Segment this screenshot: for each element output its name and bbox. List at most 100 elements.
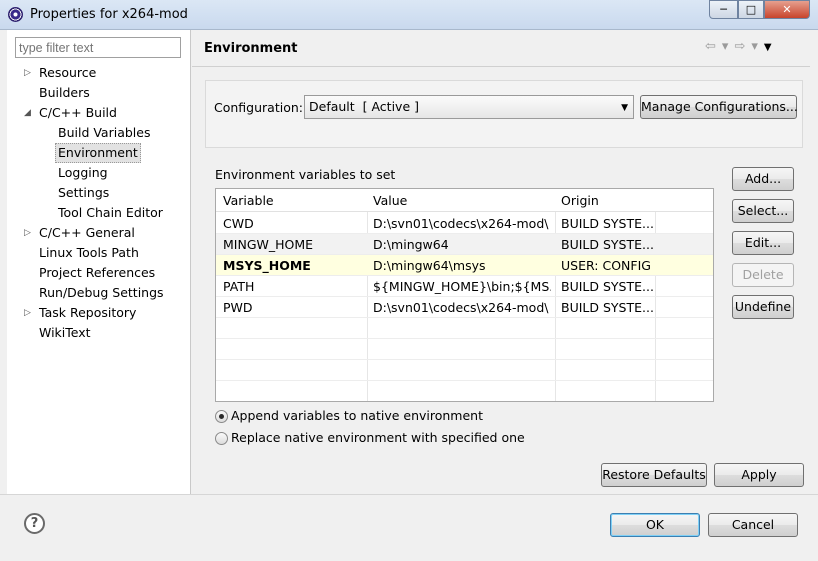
replace-label: Replace native environment with specifie…: [231, 430, 525, 445]
tree-item-run-debug-settings[interactable]: Run/Debug Settings: [7, 284, 191, 304]
tree-item-label: C/C++ General: [39, 225, 135, 240]
back-history-menu-icon[interactable]: ▾: [722, 39, 729, 54]
tree-item-settings[interactable]: Settings: [7, 184, 191, 204]
chevron-down-icon: ▼: [621, 103, 628, 113]
cell-variable: CWD: [223, 216, 254, 231]
cell-origin: BUILD SYSTE...: [561, 300, 653, 315]
tree-item-tool-chain-editor[interactable]: Tool Chain Editor: [7, 204, 191, 224]
cell-variable: PWD: [223, 300, 253, 315]
tree-item-label: Linux Tools Path: [39, 245, 139, 260]
property-page-tree-pane: ▷ Resource Builders ◢ C/C++ Build Build Varia…: [7, 30, 191, 494]
configuration-label: Configuration:: [214, 100, 303, 115]
ok-button[interactable]: OK: [610, 513, 700, 537]
tree-item-c-c-general[interactable]: ▷ C/C++ General: [7, 224, 191, 244]
cell-origin: BUILD SYSTE...: [561, 279, 653, 294]
close-button[interactable]: ✕: [764, 0, 810, 19]
tree-item-label: C/C++ Build: [39, 105, 117, 120]
empty-table-row: [216, 339, 713, 360]
table-header: Variable Value Origin: [216, 189, 713, 212]
cancel-button[interactable]: Cancel: [708, 513, 798, 537]
select-button[interactable]: Select...: [732, 199, 794, 223]
configuration-selected-value: Default [ Active ]: [309, 99, 419, 114]
column-header-value[interactable]: Value: [373, 193, 407, 208]
replace-option[interactable]: Replace native environment with specifie…: [215, 430, 525, 448]
table-row[interactable]: MINGW_HOME D:\mingw64 BUILD SYSTE...: [216, 234, 713, 255]
tree-item-label: Builders: [39, 85, 90, 100]
append-label: Append variables to native environment: [231, 408, 484, 423]
filter-input[interactable]: [15, 37, 181, 58]
table-row[interactable]: CWD D:\svn01\codecs\x264-mod\ BUILD SYSTE.…: [216, 213, 713, 234]
tree-item-environment[interactable]: Environment: [7, 143, 191, 164]
cell-origin: BUILD SYSTE...: [561, 216, 653, 231]
tree-item-task-repository[interactable]: ▷ Task Repository: [7, 304, 191, 324]
tree-item-wikitext[interactable]: WikiText: [7, 324, 191, 344]
table-row[interactable]: MSYS_HOME D:\mingw64\msys USER: CONFIG: [216, 255, 713, 276]
tree-item-label: Logging: [58, 165, 108, 180]
configuration-group: Configuration: Default [ Active ] ▼ Mana…: [205, 80, 803, 148]
page-navigation: ⇦ ▾ ⇨ ▾ ▼: [705, 39, 778, 54]
page-header: Environment ⇦ ▾ ⇨ ▾ ▼: [192, 30, 810, 67]
environment-variables-table[interactable]: Variable Value Origin CWD D:\svn01\codecs…: [215, 188, 714, 402]
expanded-arrow-icon[interactable]: ◢: [24, 104, 31, 122]
delete-button[interactable]: Delete: [732, 263, 794, 287]
cell-value: D:\svn01\codecs\x264-mod\: [373, 300, 549, 315]
restore-defaults-button[interactable]: Restore Defaults: [601, 463, 707, 487]
table-row[interactable]: PATH ${MINGW_HOME}\bin;${MS... BUILD SYSTE…: [216, 276, 713, 297]
undefine-button[interactable]: Undefine: [732, 295, 794, 319]
cell-value: D:\mingw64: [373, 237, 449, 252]
empty-table-row: [216, 318, 713, 339]
minimize-button[interactable]: ─: [709, 0, 738, 19]
tree-item-logging[interactable]: Logging: [7, 164, 191, 184]
collapsed-arrow-icon[interactable]: ▷: [24, 304, 31, 322]
forward-history-menu-icon[interactable]: ▾: [751, 39, 758, 54]
tree-item-label: Settings: [58, 185, 110, 200]
environment-page: Environment ⇦ ▾ ⇨ ▾ ▼ Configuration: Default…: [192, 30, 810, 494]
empty-table-row: [216, 381, 713, 401]
cell-variable: PATH: [223, 279, 255, 294]
tree-item-builders[interactable]: Builders: [7, 84, 191, 104]
tree-item-label: WikiText: [39, 325, 91, 340]
view-menu-icon[interactable]: ▼: [764, 42, 772, 53]
tree-item-project-references[interactable]: Project References: [7, 264, 191, 284]
window-title: Properties for x264-mod: [30, 7, 188, 22]
apply-button[interactable]: Apply: [714, 463, 804, 487]
tree-item-label: Project References: [39, 265, 156, 280]
column-header-origin[interactable]: Origin: [561, 193, 599, 208]
cell-variable: MSYS_HOME: [223, 258, 311, 273]
dialog-button-bar: ? OK Cancel: [0, 494, 818, 561]
tree-item-label: Environment: [55, 143, 141, 163]
replace-radio[interactable]: [215, 432, 228, 445]
cell-value: ${MINGW_HOME}\bin;${MS...: [373, 279, 551, 294]
tree-item-label: Tool Chain Editor: [58, 205, 163, 220]
help-icon[interactable]: ?: [24, 513, 45, 534]
manage-configurations-button[interactable]: Manage Configurations...: [640, 95, 798, 119]
table-row[interactable]: PWD D:\svn01\codecs\x264-mod\ BUILD SYSTE.…: [216, 297, 713, 318]
cell-value: D:\mingw64\msys: [373, 258, 486, 273]
maximize-button[interactable]: □: [738, 0, 764, 19]
add-button[interactable]: Add...: [732, 167, 794, 191]
append-option[interactable]: Append variables to native environment: [215, 408, 515, 426]
cell-origin: USER: CONFIG: [561, 258, 651, 273]
tree-item-linux-tools-path[interactable]: Linux Tools Path: [7, 244, 191, 264]
append-radio[interactable]: [215, 410, 228, 423]
tree-item-build-variables[interactable]: Build Variables: [7, 124, 191, 144]
back-arrow-icon[interactable]: ⇦: [705, 39, 716, 54]
tree-item-label: Task Repository: [39, 305, 137, 320]
edit-button[interactable]: Edit...: [732, 231, 794, 255]
tree-item-c-c-build[interactable]: ◢ C/C++ Build: [7, 104, 191, 124]
tree-item-label: Run/Debug Settings: [39, 285, 164, 300]
eclipse-logo-icon: [8, 7, 23, 22]
tree-item-resource[interactable]: ▷ Resource: [7, 64, 191, 84]
tree-item-label: Build Variables: [58, 125, 151, 140]
collapsed-arrow-icon[interactable]: ▷: [24, 224, 31, 242]
configuration-select[interactable]: Default [ Active ] ▼: [304, 95, 634, 119]
empty-table-row: [216, 360, 713, 381]
cell-value: D:\svn01\codecs\x264-mod\: [373, 216, 549, 231]
cell-origin: BUILD SYSTE...: [561, 237, 653, 252]
page-title: Environment: [204, 41, 298, 56]
cell-variable: MINGW_HOME: [223, 237, 314, 252]
column-header-variable[interactable]: Variable: [223, 193, 274, 208]
collapsed-arrow-icon[interactable]: ▷: [24, 64, 31, 82]
variables-section-label: Environment variables to set: [215, 167, 396, 182]
forward-arrow-icon[interactable]: ⇨: [734, 39, 745, 54]
